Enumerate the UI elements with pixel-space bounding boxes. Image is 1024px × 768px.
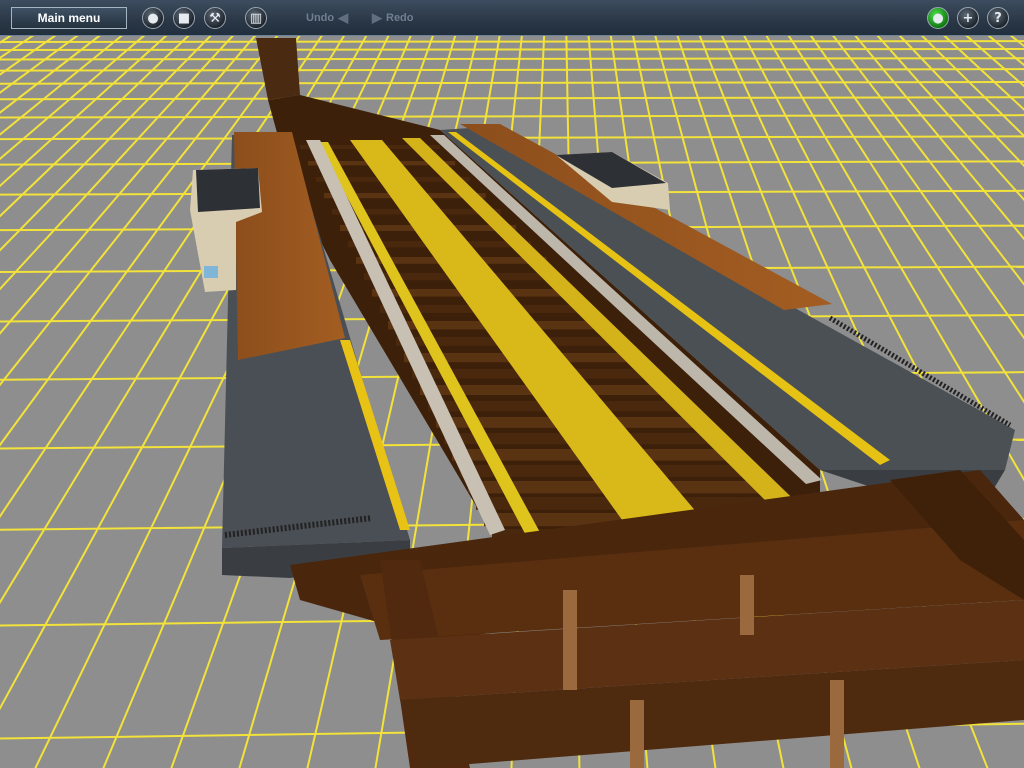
redo-arrow-icon: ▶ (372, 10, 382, 25)
trash-icon[interactable]: ▥ (245, 7, 267, 29)
redo-button[interactable]: ▶ Redo (372, 10, 414, 26)
wrench-icon[interactable]: ⚒ (204, 7, 226, 29)
main-menu-button[interactable]: Main menu (11, 7, 127, 29)
undo-label: Undo (306, 12, 335, 24)
plus-icon[interactable]: + (957, 7, 979, 29)
left-building-roof (196, 168, 260, 212)
status-green-icon[interactable]: ● (927, 7, 949, 29)
undo-button[interactable]: Undo ◀ (306, 10, 348, 26)
3d-viewport[interactable] (0, 0, 1024, 768)
grid-line (0, 48, 1024, 51)
globe-icon[interactable]: ● (142, 7, 164, 29)
redo-label: Redo (386, 12, 414, 24)
stop-icon[interactable]: ■ (173, 7, 195, 29)
grid-line (0, 57, 1024, 61)
left-building-window (204, 266, 218, 278)
top-toolbar: Main menu ● ■ ⚒ ▥ Undo ◀ ▶ Redo ● + ? (0, 0, 1024, 36)
grid-line (0, 40, 1024, 43)
undo-arrow-icon: ◀ (338, 10, 349, 25)
grid-line (0, 68, 1024, 72)
question-icon[interactable]: ? (987, 7, 1009, 29)
